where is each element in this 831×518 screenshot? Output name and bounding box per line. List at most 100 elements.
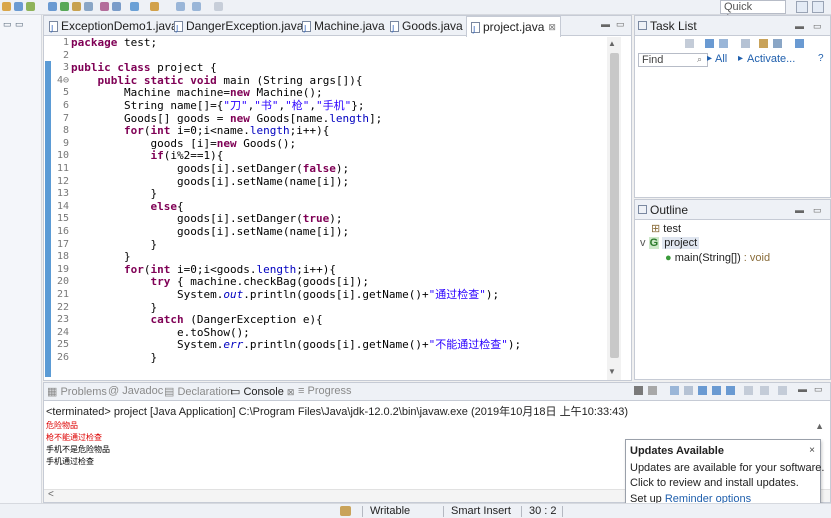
tab-progress[interactable]: ≡ Progress	[298, 385, 352, 397]
remove-launch-icon[interactable]	[648, 386, 657, 395]
tab-javadoc[interactable]: @ Javadoc	[108, 385, 163, 397]
tab-declaration[interactable]: ▤ Declaration	[164, 385, 233, 398]
forward-icon[interactable]	[192, 2, 201, 11]
editor-vertical-scrollbar[interactable]: ▲ ▼	[607, 37, 621, 380]
outline-item-class[interactable]: v G project	[640, 237, 700, 249]
new-java-project-icon[interactable]	[100, 2, 109, 11]
console-output-line: 枪不能通过检查	[46, 433, 102, 442]
maximize-icon[interactable]: ▭	[813, 200, 822, 220]
show-on-output-icon[interactable]	[712, 386, 721, 395]
code-line[interactable]: String name[]={"刀","书","枪","手机"};	[71, 99, 364, 113]
open-perspective-icon[interactable]	[796, 1, 808, 13]
scroll-down-icon[interactable]: ▼	[608, 367, 616, 376]
focus-icon[interactable]	[741, 39, 750, 48]
word-wrap-icon[interactable]	[698, 386, 707, 395]
code-line[interactable]: goods[i].setDanger(false);	[71, 162, 349, 176]
scroll-up-icon[interactable]: ▲	[815, 421, 824, 431]
scroll-left-icon[interactable]: <	[48, 489, 54, 500]
collapse-all-icon[interactable]	[759, 39, 768, 48]
tab-exceptiondemo1[interactable]: ExceptionDemo1.java	[49, 16, 178, 39]
run-button-icon[interactable]	[60, 2, 69, 11]
new-task-icon[interactable]	[685, 39, 694, 48]
line-number: 9	[62, 137, 69, 149]
outline-title[interactable]: Outline	[650, 203, 688, 217]
console-terminated-label: <terminated> project [Java Application] …	[46, 406, 629, 418]
outline-item-method[interactable]: ● main(String[]) : void	[665, 252, 770, 264]
maximize-icon[interactable]: ▭	[15, 19, 24, 30]
debug-icon[interactable]	[48, 2, 57, 11]
back-icon[interactable]	[176, 2, 185, 11]
open-type-icon[interactable]	[130, 2, 139, 11]
help-icon[interactable]: ?	[818, 53, 824, 64]
tab-machine[interactable]: Machine.java	[302, 16, 385, 39]
bottom-tab-bar: ▦ Problems @ Javadoc ▤ Declaration ▭ Con…	[44, 383, 830, 401]
chevron-down-icon: v	[640, 237, 646, 249]
external-tools-icon[interactable]	[84, 2, 93, 11]
coverage-icon[interactable]	[72, 2, 81, 11]
code-line[interactable]: }	[71, 188, 157, 201]
cursor-position: 30 : 2	[529, 505, 557, 517]
open-console-icon[interactable]	[778, 386, 787, 395]
line-numbers: 1 2 3 4⊖ 5 6 7 8 9 10 11 12 13 14 15 16 …	[52, 37, 69, 380]
task-list-title[interactable]: Task List	[650, 19, 697, 33]
new-file-icon[interactable]	[2, 2, 11, 11]
tab-console[interactable]: ▭ Console ⊠	[230, 385, 294, 398]
terminate-icon[interactable]	[634, 386, 643, 395]
restore-icon[interactable]: ▭	[3, 19, 12, 30]
java-perspective-icon[interactable]	[812, 1, 824, 13]
display-console-icon[interactable]	[760, 386, 769, 395]
all-tasks-link[interactable]: All	[715, 53, 727, 65]
class-icon: G	[648, 237, 660, 249]
minimize-icon[interactable]: ▬	[798, 384, 807, 394]
maximize-icon[interactable]: ▭	[616, 19, 625, 30]
scroll-thumb[interactable]	[610, 53, 619, 358]
line-number: 25	[56, 339, 69, 351]
tab-project[interactable]: project.java⊠	[466, 16, 561, 40]
code-line[interactable]: for(int i=0;i<name.length;i++){	[71, 124, 329, 138]
notification-text: Updates are available for your software.	[630, 462, 825, 474]
line-number: 2	[62, 49, 69, 61]
run-icon[interactable]	[26, 2, 35, 11]
maximize-icon[interactable]: ▭	[813, 16, 822, 36]
synchronize-icon[interactable]	[773, 39, 782, 48]
line-number: 22	[56, 301, 69, 313]
minimize-icon[interactable]: ▬	[795, 16, 804, 36]
close-icon[interactable]: ×	[809, 445, 815, 456]
save-icon[interactable]	[14, 2, 23, 11]
code-line[interactable]: }	[71, 251, 131, 264]
close-tab-icon[interactable]: ⊠	[287, 387, 295, 397]
activate-link[interactable]: Activate...	[747, 53, 795, 65]
pin-console-icon[interactable]	[744, 386, 753, 395]
show-on-error-icon[interactable]	[726, 386, 735, 395]
maximize-icon[interactable]: ▭	[814, 384, 823, 395]
scroll-up-icon[interactable]: ▲	[608, 39, 616, 48]
code-line[interactable]: }	[71, 351, 157, 365]
code-line[interactable]: package test;	[71, 37, 157, 50]
outline-item-package[interactable]: ⊞ test	[651, 222, 681, 235]
code-line[interactable]: System.out.println(goods[i].getName()+"通…	[71, 288, 499, 302]
last-edit-icon[interactable]	[214, 2, 223, 11]
code-line[interactable]: goods[i].setName(name[i]);	[71, 225, 349, 239]
close-tab-icon[interactable]: ⊠	[548, 17, 556, 37]
filter-icon[interactable]	[719, 39, 728, 48]
minimize-icon[interactable]: ▬	[795, 200, 804, 220]
task-list-icon	[638, 21, 647, 30]
categorize-icon[interactable]	[705, 39, 714, 48]
new-package-icon[interactable]	[112, 2, 121, 11]
tab-label: Console	[243, 386, 284, 398]
tab-problems[interactable]: ▦ Problems	[47, 385, 107, 398]
code-area[interactable]: package test; public class project { publ…	[71, 37, 607, 380]
tab-goods[interactable]: Goods.java	[390, 16, 463, 39]
minimize-icon[interactable]: ▬	[601, 19, 610, 29]
code-line[interactable]: catch (DangerException e){	[71, 313, 322, 327]
scroll-lock-icon[interactable]	[684, 386, 693, 395]
line-number: 8	[62, 125, 69, 137]
line-number: 5	[62, 87, 69, 99]
method-icon: ●	[665, 252, 672, 264]
search-icon[interactable]	[150, 2, 159, 11]
declaration-icon: ▤	[164, 386, 175, 398]
view-menu-icon[interactable]	[795, 39, 804, 48]
quick-access-field[interactable]: Quick Access	[720, 0, 786, 25]
tab-dangerexception[interactable]: DangerException.java	[174, 16, 303, 39]
clear-console-icon[interactable]	[670, 386, 679, 395]
